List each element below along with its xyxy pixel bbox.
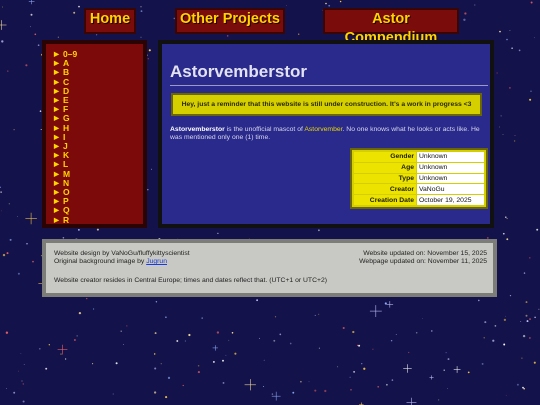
triangle-right-icon: ▶ [54, 133, 59, 141]
triangle-right-icon: ▶ [54, 198, 59, 206]
info-table: Gender Unknown Age Unknown Type Unknown Creato… [353, 151, 485, 206]
nav-astor-compendium-button[interactable]: Astor Compendium [323, 8, 459, 46]
triangle-right-icon: ▶ [54, 78, 59, 86]
jugrun-link[interactable]: Jugrun [146, 258, 167, 265]
info-value: Unknown [417, 162, 484, 173]
main-content-panel: Astorvemberstor Hey, just a reminder tha… [158, 40, 494, 228]
triangle-right-icon: ▶ [54, 143, 59, 151]
info-key: Gender [354, 152, 416, 162]
triangle-right-icon: ▶ [54, 51, 59, 58]
triangle-right-icon: ▶ [54, 87, 59, 95]
nav-other-projects-button[interactable]: Other Projects [175, 8, 285, 34]
triangle-right-icon: ▶ [54, 179, 59, 187]
triangle-right-icon: ▶ [54, 216, 59, 224]
triangle-right-icon: ▶ [54, 161, 59, 169]
info-value: VaNoGu [417, 184, 484, 195]
webpage-updated-text: Webpage updated on: November 11, 2025 [359, 258, 487, 265]
sidebar-item-label: R [63, 214, 70, 225]
background-credit: Original background image by Jugrun [54, 258, 190, 266]
footer-updates: Website updated on: November 15, 2025 We… [359, 250, 487, 266]
info-row: Gender Unknown [354, 152, 484, 162]
info-key: Age [354, 162, 416, 173]
info-row: Age Unknown [354, 162, 484, 173]
info-key: Type [354, 173, 416, 184]
triangle-right-icon: ▶ [54, 60, 59, 68]
alphabet-sidebar: ▶ 0–9 ▶ A ▶ B ▶ C ▶ D ▶ E ▶ F ▶ G ▶ H ▶ I ▶ J ▶ K ▶ L ▶ M ▶ N ▶ O ▶ P ▶ Q ▶ R [42, 40, 147, 228]
website-updated-text: Website updated on: November 15, 2025 [363, 250, 487, 257]
info-value: Unknown [417, 173, 484, 184]
info-row: Creation Date October 19, 2025 [354, 195, 484, 205]
astorvember-link[interactable]: Astorvember [304, 126, 342, 133]
triangle-right-icon: ▶ [54, 152, 59, 160]
nav-home-button[interactable]: Home [84, 8, 136, 34]
description-subject: Astorvemberstor [170, 126, 225, 133]
construction-notice: Hey, just a reminder that this website i… [171, 93, 482, 116]
triangle-right-icon: ▶ [54, 189, 59, 197]
design-credit: Website design by VaNoGu/fluffykittyscie… [54, 250, 190, 257]
triangle-right-icon: ▶ [54, 170, 59, 178]
triangle-right-icon: ▶ [54, 115, 59, 123]
info-box: Gender Unknown Age Unknown Type Unknown Creato… [350, 148, 488, 209]
sidebar-list: ▶ 0–9 ▶ A ▶ B ▶ C ▶ D ▶ E ▶ F ▶ G ▶ H ▶ I ▶ J ▶ K ▶ L ▶ M ▶ N ▶ O ▶ P ▶ Q ▶ R [54, 49, 143, 225]
triangle-right-icon: ▶ [54, 97, 59, 105]
description-text-1: is the unofficial mascot of [224, 126, 305, 133]
background-credit-prefix: Original background image by [54, 258, 147, 265]
triangle-right-icon: ▶ [54, 124, 59, 132]
triangle-right-icon: ▶ [54, 69, 59, 77]
site-footer: Website design by VaNoGu/fluffykittyscie… [42, 239, 497, 297]
info-row: Type Unknown [354, 173, 484, 184]
info-key: Creation Date [354, 195, 416, 205]
info-value: October 19, 2025 [417, 195, 484, 205]
triangle-right-icon: ▶ [54, 106, 59, 114]
info-key: Creator [354, 184, 416, 195]
sidebar-item-r[interactable]: ▶ R [54, 214, 143, 225]
timezone-note: Website creator resides in Central Europ… [54, 277, 327, 284]
description-paragraph: Astorvemberstor is the unofficial mascot… [170, 126, 490, 142]
info-row: Creator VaNoGu [354, 184, 484, 195]
triangle-right-icon: ▶ [54, 207, 59, 215]
footer-credits: Website design by VaNoGu/fluffykittyscie… [54, 250, 190, 266]
page-title: Astorvemberstor [170, 62, 488, 86]
sidebar-item-h[interactable]: ▶ H [54, 123, 143, 133]
info-value: Unknown [417, 152, 484, 162]
